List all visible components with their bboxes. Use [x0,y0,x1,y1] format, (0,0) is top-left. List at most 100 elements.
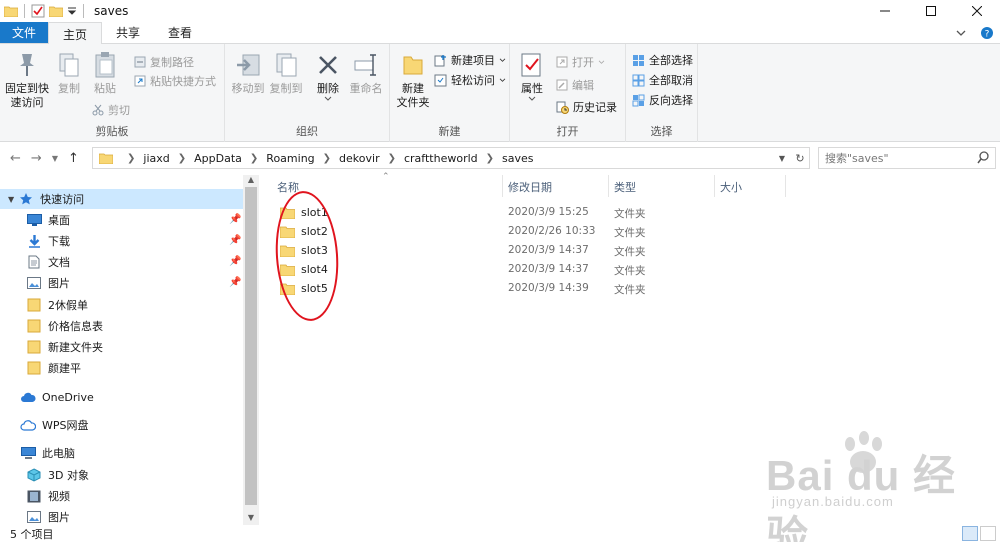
refresh-icon[interactable]: ↻ [791,152,809,165]
chevron-right-icon[interactable]: ❯ [178,153,186,164]
cut-button[interactable]: 剪切 [92,102,130,118]
sidebar-item-3d-objects[interactable]: 3D 对象 [26,465,89,485]
scissors-icon [92,104,104,116]
maximize-button[interactable] [908,0,954,22]
copy-to-button[interactable]: 复制到 [267,50,305,96]
column-divider[interactable] [502,175,503,197]
up-arrow-icon[interactable]: ↑ [68,151,79,166]
chevron-down-icon[interactable]: ▼ [773,154,791,163]
column-divider[interactable] [608,175,609,197]
tab-view[interactable]: 查看 [154,22,206,43]
copy-button[interactable]: 复制 [52,50,86,96]
paste-shortcut-button[interactable]: 粘贴快捷方式 [134,73,216,89]
chevron-down-icon[interactable]: ▼ [52,154,58,163]
easy-access-button[interactable]: 轻松访问 [434,72,506,88]
table-row[interactable]: slot5 2020/3/9 14:39 文件夹 [260,279,780,298]
sidebar-item-pictures[interactable]: 图片 [26,273,70,293]
address-bar[interactable]: ❯ jiaxd ❯ AppData ❯ Roaming ❯ dekovir ❯ … [92,147,810,169]
invert-selection-button[interactable]: 反向选择 [632,92,693,108]
details-view-icon[interactable] [962,526,978,541]
large-icons-view-icon[interactable] [980,526,996,541]
picture-icon [27,511,41,523]
sidebar-item-folder[interactable]: 新建文件夹 [26,337,103,357]
tab-home[interactable]: 主页 [48,22,103,45]
column-type[interactable]: 类型 [614,179,636,195]
pin-icon[interactable]: 📌 [229,235,241,246]
new-item-button[interactable]: 新建项目 [434,52,506,68]
properties-icon[interactable] [31,4,45,18]
edit-button[interactable]: 编辑 [556,77,594,93]
new-folder-icon[interactable] [49,5,63,17]
tab-share[interactable]: 共享 [102,22,154,43]
pin-icon[interactable]: 📌 [229,256,241,267]
breadcrumb-item[interactable]: dekovir [339,152,380,165]
chevron-right-icon[interactable]: ❯ [486,153,494,164]
minimize-button[interactable] [862,0,908,22]
sidebar-item-downloads[interactable]: 下载 [26,231,70,251]
column-divider[interactable] [785,175,786,197]
clipboard-group-label: 剪贴板 [95,125,129,138]
rename-label: 重命名 [349,82,383,95]
customize-dropdown-icon[interactable] [67,6,77,16]
breadcrumb-item[interactable]: Roaming [266,152,314,165]
folder-icon [4,6,18,17]
chevron-down-icon[interactable] [956,29,966,37]
sidebar-item-desktop[interactable]: 桌面 [26,210,70,230]
close-icon [972,6,982,16]
delete-button[interactable]: 删除 [311,50,345,102]
nav-scrollbar[interactable]: ▲ ▼ [243,175,259,525]
chevron-right-icon[interactable]: ❯ [127,153,135,164]
sidebar-item-folder[interactable]: 价格信息表 [26,316,103,336]
sort-arrow-icon: ⌃ [382,172,390,182]
file-date: 2020/3/9 14:37 [508,263,589,275]
sidebar-item-wps[interactable]: WPS网盘 [20,415,89,435]
sidebar-item-pictures[interactable]: 图片 [26,507,70,527]
search-input[interactable]: 搜索"saves" [818,147,996,169]
history-label: 历史记录 [573,101,617,114]
chevron-right-icon[interactable]: ❯ [250,153,258,164]
sidebar-item-onedrive[interactable]: OneDrive [20,387,94,407]
sidebar-item-this-pc[interactable]: 此电脑 [20,443,75,463]
close-button[interactable] [954,0,1000,22]
new-folder-button[interactable]: 新建 文件夹 [394,50,432,110]
breadcrumb-item[interactable]: crafttheworld [404,152,478,165]
paste-button[interactable]: 粘贴 [88,50,122,96]
sidebar-item-folder[interactable]: 2休假单 [26,295,88,315]
copy-icon [59,53,79,77]
copy-path-button[interactable]: 复制路径 [134,54,194,70]
breadcrumb-item[interactable]: saves [502,152,533,165]
back-arrow-icon[interactable]: ← [10,151,21,166]
column-date[interactable]: 修改日期 [508,179,552,195]
expand-arrow-icon[interactable]: ▼ [8,195,14,204]
table-row[interactable]: slot2 2020/2/26 10:33 文件夹 [260,222,780,241]
breadcrumb-item[interactable]: jiaxd [143,152,169,165]
tab-file[interactable]: 文件 [0,22,49,43]
scroll-down-icon[interactable]: ▼ [243,513,259,525]
chevron-right-icon[interactable]: ❯ [388,153,396,164]
chevron-right-icon[interactable]: ❯ [323,153,331,164]
select-all-button[interactable]: 全部选择 [632,52,693,68]
rename-icon [354,54,376,76]
sidebar-item-videos[interactable]: 视频 [26,486,70,506]
scrollbar-thumb[interactable] [245,187,257,505]
table-row[interactable]: slot1 2020/3/9 15:25 文件夹 [260,203,780,222]
column-size[interactable]: 大小 [720,179,742,195]
history-button[interactable]: 历史记录 [556,99,617,115]
forward-arrow-icon[interactable]: → [31,151,42,166]
sidebar-item-quick-access[interactable]: ▼ 快速访问 [0,189,243,209]
sidebar-item-documents[interactable]: 文档 [26,252,70,272]
pin-icon[interactable]: 📌 [229,214,241,225]
sidebar-item-folder[interactable]: 颜建平 [26,358,81,378]
breadcrumb-item[interactable]: AppData [194,152,242,165]
scroll-up-icon[interactable]: ▲ [243,175,259,187]
document-icon [28,255,40,269]
open-button[interactable]: 打开 [556,54,605,70]
pin-to-quick-access-button[interactable]: 固定到快 速访问 [4,50,50,110]
move-to-button[interactable]: 移动到 [229,50,267,96]
properties-button[interactable]: 属性 [516,50,548,102]
pin-icon[interactable]: 📌 [229,277,241,288]
select-none-button[interactable]: 全部取消 [632,72,693,88]
column-divider[interactable] [714,175,715,197]
help-icon[interactable]: ? [980,26,994,40]
rename-button[interactable]: 重命名 [347,50,385,96]
